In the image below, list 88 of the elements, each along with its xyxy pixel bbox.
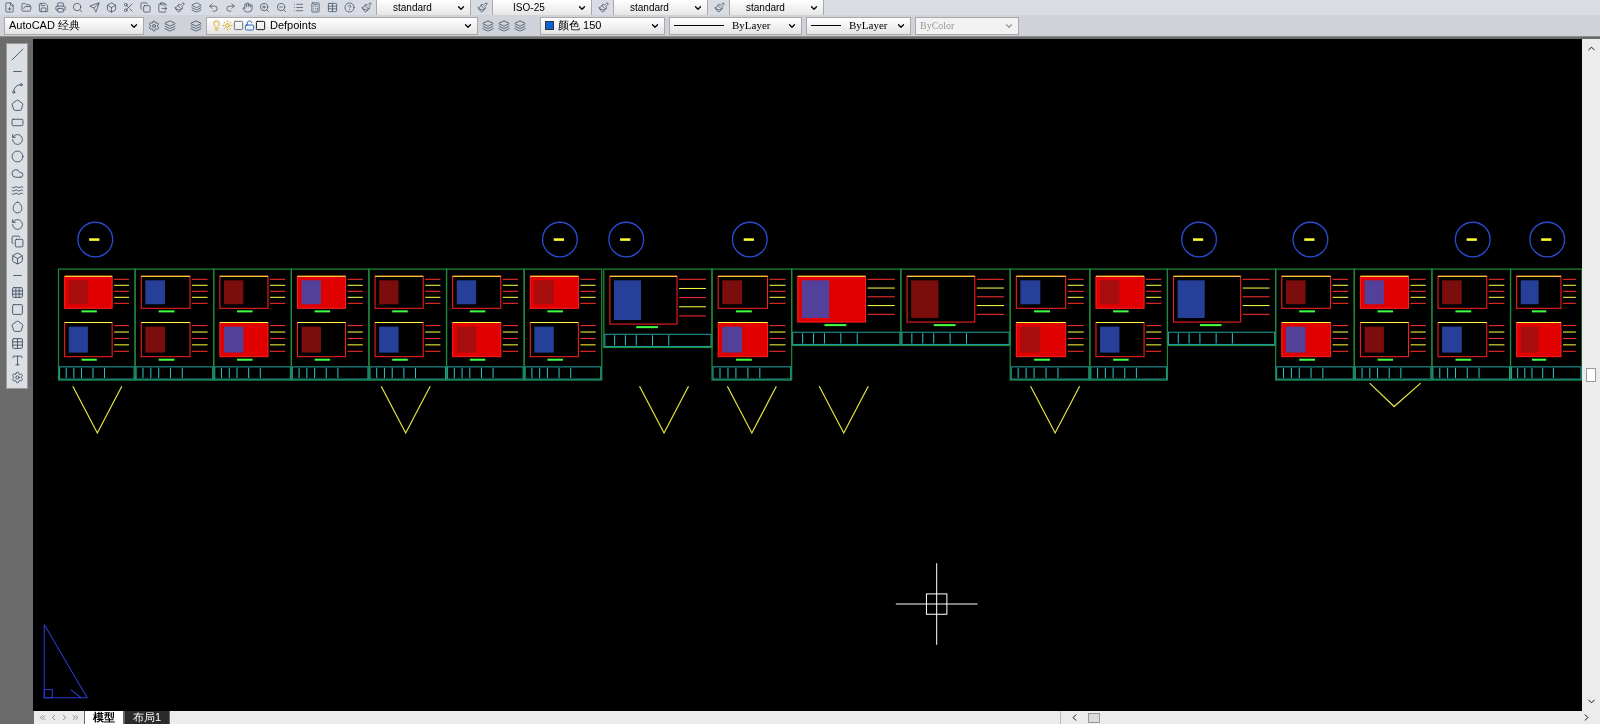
insert-icon[interactable] [10,252,24,265]
table-icon[interactable] [327,2,338,13]
section-marker [541,221,578,258]
block-icon[interactable] [10,235,24,248]
section-marker [1529,221,1566,258]
scroll-thumb[interactable] [1586,368,1596,382]
pan-icon[interactable] [242,2,253,13]
style-dropdown[interactable]: standard [613,0,708,15]
v-mark [1030,385,1081,435]
style-dropdown[interactable]: standard [729,0,824,15]
square-icon [233,20,244,31]
section-marker [731,221,768,258]
layout-tab[interactable]: 模型 [84,711,124,724]
layer-icon[interactable] [190,19,202,32]
brush-icon[interactable] [174,2,185,13]
style-dropdown[interactable]: standard [376,0,471,15]
lineweight-dropdown[interactable]: ByLayer [806,16,911,35]
style-icon[interactable] [361,2,372,13]
previous-tab-icon[interactable] [49,713,58,722]
print-icon[interactable] [55,2,66,13]
unlock-icon [244,20,255,31]
redo-icon[interactable] [225,2,236,13]
ucs-icon [43,622,88,699]
lightbulb-icon [211,20,222,31]
color-swatch-icon [545,21,554,30]
spline-icon[interactable] [10,82,24,95]
publish-icon[interactable] [89,2,100,13]
copy-icon[interactable] [140,2,151,13]
layer-dropdown[interactable]: Defpoints [206,16,478,35]
next-tab-icon[interactable] [60,713,69,722]
first-tab-icon[interactable] [38,713,47,722]
line-icon[interactable] [10,48,24,61]
sun-icon [222,20,233,31]
section-marker [77,221,114,258]
v-mark [726,385,777,435]
section-marker [608,221,645,258]
section-marker [1454,221,1491,258]
ellipse-arc-icon[interactable] [10,218,24,231]
v-mark [818,385,869,435]
v-mark [72,385,123,435]
color-dropdown[interactable]: 颜色 150 [540,16,665,35]
polygon-icon[interactable] [10,99,24,112]
wave-icon[interactable] [10,184,24,197]
style-icon[interactable] [714,2,725,13]
v-mark [638,385,690,435]
style-dropdown[interactable]: ISO-25 [492,0,592,15]
zoom-out-icon[interactable] [276,2,287,13]
layer-icon[interactable] [514,19,526,32]
settings-icon[interactable] [148,19,160,32]
layer-icon[interactable] [498,19,510,32]
layout-tab[interactable]: 布局1 [124,711,171,724]
calculator-icon[interactable] [310,2,321,13]
section-marker [1181,221,1218,258]
vertical-scrollbar[interactable] [1582,39,1600,711]
preview-icon[interactable] [72,2,83,13]
cloud-icon[interactable] [10,167,24,180]
section-marker [1292,221,1329,258]
save-icon[interactable] [38,2,49,13]
new-file-icon[interactable] [4,2,15,13]
workspace-dropdown[interactable]: AutoCAD 经典 [4,16,144,35]
scroll-thumb[interactable] [1088,712,1101,723]
help-icon[interactable] [344,2,355,13]
last-tab-icon[interactable] [71,713,80,722]
hatch-icon[interactable] [10,286,24,299]
undo-icon[interactable] [208,2,219,13]
square-icon [255,20,266,31]
gradient-icon[interactable] [10,303,24,316]
cube-icon[interactable] [106,2,117,13]
arc-icon[interactable] [10,133,24,146]
region-icon[interactable] [10,320,24,333]
layers-icon[interactable] [191,2,202,13]
open-folder-icon[interactable] [21,2,32,13]
cut-icon[interactable] [123,2,134,13]
v-mark [1369,382,1422,408]
layer-icon[interactable] [482,19,494,32]
drawing-canvas[interactable] [33,39,1582,711]
v-mark [380,385,431,435]
list-icon[interactable] [293,2,304,13]
table-icon[interactable] [10,337,24,350]
style-icon[interactable] [477,2,488,13]
rectangle-icon[interactable] [10,116,24,129]
zoom-in-icon[interactable] [259,2,270,13]
paste-icon[interactable] [157,2,168,13]
text-icon[interactable] [10,354,24,367]
circle-icon[interactable] [10,150,24,163]
style-icon[interactable] [598,2,609,13]
linetype-dropdown[interactable]: ByLayer [669,16,802,35]
toolbar-icon[interactable] [164,19,176,32]
